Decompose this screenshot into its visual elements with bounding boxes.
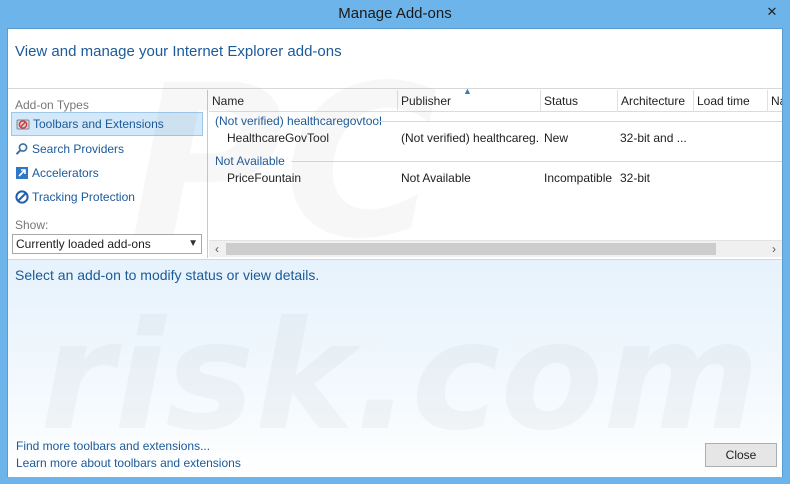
title-bar[interactable]: Manage Add-ons ✕ — [0, 0, 790, 28]
dialog-client-area: View and manage your Internet Explorer a… — [7, 28, 783, 477]
sidebar-item-accelerators[interactable]: Accelerators — [11, 161, 203, 185]
toolbar-icon — [15, 116, 31, 132]
chevron-down-icon: ▼ — [188, 238, 198, 249]
dialog-header: View and manage your Internet Explorer a… — [8, 29, 782, 89]
tracking-protection-icon — [14, 189, 30, 205]
addon-types-panel: Add-on Types Toolbars and Extensions Sea… — [8, 90, 208, 258]
find-more-toolbars-link[interactable]: Find more toolbars and extensions... — [16, 439, 210, 453]
column-header-architecture[interactable]: Architecture — [618, 90, 694, 112]
row-publisher: (Not verified) healthcareg... — [401, 131, 539, 145]
horizontal-scrollbar[interactable]: ‹ › — [209, 240, 782, 257]
details-message: Select an add-on to modify status or vie… — [15, 267, 320, 283]
accelerator-icon — [14, 165, 30, 181]
window-close-icon[interactable]: ✕ — [762, 3, 782, 21]
row-publisher: Not Available — [401, 171, 471, 185]
show-filter-dropdown[interactable]: Currently loaded add-ons ▼ — [12, 234, 202, 254]
manage-addons-window: Manage Add-ons ✕ View and manage your In… — [0, 0, 790, 484]
group-header-not-available: Not Available — [215, 154, 285, 168]
row-architecture: 32-bit and ... — [620, 131, 687, 145]
window-title: Manage Add-ons — [338, 5, 452, 22]
show-filter-value: Currently loaded add-ons — [16, 237, 151, 251]
sidebar-item-label: Accelerators — [32, 166, 99, 180]
scroll-right-icon[interactable]: › — [766, 241, 782, 258]
learn-more-toolbars-link[interactable]: Learn more about toolbars and extensions — [16, 456, 241, 470]
group-divider — [377, 121, 782, 122]
show-label: Show: — [15, 218, 49, 232]
header-title: View and manage your Internet Explorer a… — [15, 43, 342, 60]
column-header-navigation[interactable]: Na — [768, 90, 782, 112]
column-header-load-time[interactable]: Load time — [694, 90, 768, 112]
row-name: PriceFountain — [227, 171, 302, 185]
sidebar-item-label: Search Providers — [32, 142, 125, 156]
sidebar-item-tracking-protection[interactable]: Tracking Protection — [11, 185, 203, 209]
scroll-left-icon[interactable]: ‹ — [209, 241, 225, 258]
addon-types-label: Add-on Types — [15, 98, 89, 112]
sidebar-item-label: Toolbars and Extensions — [33, 117, 164, 131]
row-status: New — [544, 131, 569, 145]
row-status: Incompatible — [544, 171, 613, 185]
search-icon — [14, 141, 30, 157]
group-divider — [291, 161, 782, 162]
group-header-healthcaregovtool: (Not verified) healthcaregovtool — [215, 114, 382, 128]
table-row[interactable]: PriceFountain Not Available Incompatible… — [209, 168, 782, 190]
row-architecture: 32-bit — [620, 171, 651, 185]
addons-list: Name Publisher Status Architecture Load … — [209, 86, 782, 258]
table-row[interactable]: HealthcareGovTool (Not verified) healthc… — [209, 128, 782, 150]
close-button[interactable]: Close — [705, 443, 777, 467]
row-name: HealthcareGovTool — [227, 131, 330, 145]
sidebar-item-label: Tracking Protection — [32, 190, 135, 204]
details-pane: Select an add-on to modify status or vie… — [8, 259, 782, 477]
column-header-name[interactable]: Name — [209, 90, 398, 112]
sidebar-item-search-providers[interactable]: Search Providers — [11, 137, 203, 161]
column-header-status[interactable]: Status — [541, 90, 618, 112]
sidebar-item-toolbars-extensions[interactable]: Toolbars and Extensions — [11, 112, 203, 136]
scrollbar-thumb[interactable] — [226, 243, 716, 255]
column-headers: Name Publisher Status Architecture Load … — [209, 86, 782, 112]
sort-up-icon: ▲ — [463, 86, 472, 96]
